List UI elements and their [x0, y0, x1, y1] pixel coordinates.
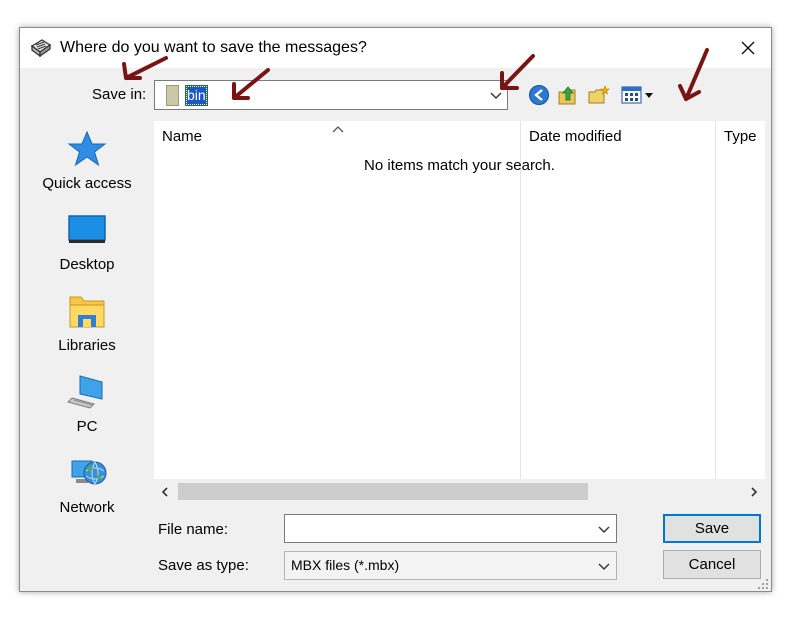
pc-icon: [66, 372, 108, 412]
scroll-left-button[interactable]: [154, 479, 176, 504]
view-menu-button[interactable]: [620, 83, 656, 107]
view-menu-icon: [621, 86, 653, 104]
cancel-button[interactable]: Cancel: [663, 550, 761, 579]
quick-access-icon: [66, 129, 108, 169]
place-label: Quick access: [42, 175, 132, 192]
scroll-right-button[interactable]: [743, 479, 765, 504]
save-button[interactable]: Save: [663, 514, 761, 543]
save-in-dropdown[interactable]: bin: [154, 80, 508, 110]
desktop-icon: [66, 210, 108, 250]
place-label: Network: [59, 499, 115, 516]
file-list[interactable]: Name Date modified Type No items match y…: [154, 121, 765, 504]
places-bar: Quick access Desktop Libraries PC Networ…: [34, 121, 154, 521]
file-name-input[interactable]: [284, 514, 617, 543]
save-as-type-value: MBX files (*.mbx): [291, 557, 400, 573]
dialog-title: Where do you want to save the messages?: [60, 39, 367, 56]
save-in-folder: bin: [185, 85, 208, 106]
up-folder-button[interactable]: [556, 83, 580, 107]
place-libraries[interactable]: Libraries: [34, 291, 140, 371]
place-quick-access[interactable]: Quick access: [34, 129, 140, 209]
back-button[interactable]: [527, 83, 551, 107]
back-icon: [529, 85, 549, 105]
horizontal-scrollbar[interactable]: [154, 479, 765, 504]
chevron-down-icon[interactable]: [597, 559, 611, 573]
chevron-down-icon[interactable]: [489, 88, 503, 102]
close-icon: [741, 41, 755, 55]
place-label: PC: [76, 418, 98, 435]
resize-grip-icon[interactable]: [757, 577, 769, 589]
place-pc[interactable]: PC: [34, 372, 140, 452]
folder-icon: [166, 85, 179, 106]
save-messages-dialog: Where do you want to save the messages? …: [19, 27, 772, 592]
new-folder-icon: [588, 85, 610, 104]
chevron-down-icon[interactable]: [597, 522, 611, 536]
empty-list-message: No items match your search.: [364, 157, 555, 174]
file-name-label: File name:: [158, 521, 229, 538]
column-header-type[interactable]: Type: [716, 121, 765, 153]
close-button[interactable]: [725, 28, 771, 68]
column-divider: [520, 121, 521, 479]
network-icon: [66, 453, 108, 493]
place-network[interactable]: Network: [34, 453, 140, 533]
chevron-left-icon: [161, 486, 168, 497]
place-desktop[interactable]: Desktop: [34, 210, 140, 290]
mail-save-icon: [30, 38, 52, 58]
title-bar: Where do you want to save the messages?: [20, 28, 771, 68]
up-folder-icon: [558, 86, 576, 105]
save-in-label: Save in:: [92, 86, 147, 103]
new-folder-button[interactable]: [587, 83, 611, 107]
place-label: Desktop: [59, 256, 115, 273]
save-as-type-label: Save as type:: [158, 557, 249, 574]
place-label: Libraries: [58, 337, 116, 354]
chevron-right-icon: [751, 486, 758, 497]
column-divider: [715, 121, 716, 479]
save-as-type-select[interactable]: MBX files (*.mbx): [284, 551, 617, 580]
column-header-date-modified[interactable]: Date modified: [521, 121, 715, 153]
libraries-icon: [66, 291, 108, 331]
scrollbar-thumb[interactable]: [178, 483, 588, 500]
sort-ascending-icon: [330, 121, 346, 133]
